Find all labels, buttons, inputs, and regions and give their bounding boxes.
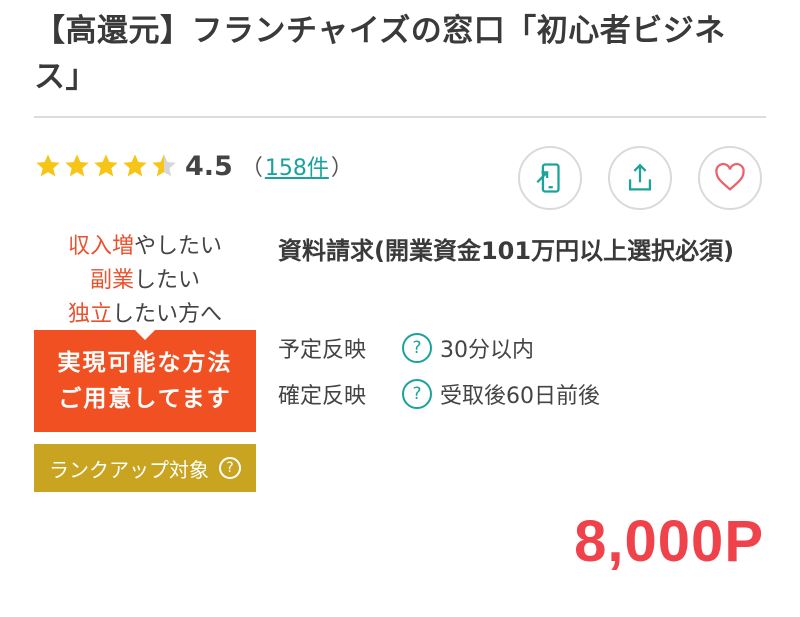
info-value: 30分以内 (440, 338, 534, 363)
rating-value: 4.5 (185, 150, 233, 182)
send-to-mobile-button[interactable] (518, 146, 582, 210)
paren-close: ） (330, 156, 353, 181)
banner-text-area: 収入増やしたい 副業したい 独立したい方へ (34, 222, 256, 330)
banner-notch (135, 330, 155, 340)
half-star-icon (152, 154, 176, 177)
reward-points: 8,000P (574, 509, 764, 574)
share-button[interactable] (608, 146, 672, 210)
review-count-link[interactable]: 158件 (265, 150, 329, 182)
info-label: 確定反映 (278, 384, 367, 409)
divider (34, 116, 766, 118)
info-row-confirmed: 確定反映 ? 受取後60日前後 (278, 378, 600, 410)
page-title: 【高還元】フランチャイズの窓口「初心者ビジネス」 (34, 13, 726, 95)
star-icon (94, 154, 118, 177)
campaign-banner[interactable]: 収入増やしたい 副業したい 独立したい方へ 実現可能な方法 ご用意してます (34, 222, 256, 432)
help-icon[interactable]: ? (219, 457, 241, 479)
banner-line-3: 独立したい方へ (67, 302, 223, 327)
info-label: 予定反映 (278, 338, 367, 363)
rank-up-label: ランクアップ対象 (49, 457, 209, 482)
star-icon (123, 154, 147, 177)
banner-callout: 実現可能な方法 ご用意してます (34, 330, 256, 432)
info-value: 受取後60日前後 (440, 384, 600, 409)
help-icon[interactable]: ? (402, 333, 432, 363)
star-icon (65, 154, 89, 177)
banner-callout-line-1: 実現可能な方法 (57, 350, 233, 376)
help-icon[interactable]: ? (402, 379, 432, 409)
paren-open: （ (240, 156, 263, 181)
favorite-button[interactable] (698, 146, 762, 210)
earning-condition: 資料請求(開業資金101万円以上選択必須) (278, 237, 735, 265)
heart-icon (715, 162, 745, 191)
rating: 4.5 （ 158件 ） (34, 146, 353, 186)
smartphone-arrow-icon (536, 163, 560, 193)
banner-callout-line-2: ご用意してます (58, 386, 232, 412)
star-icon (36, 154, 60, 177)
star-rating (34, 152, 179, 180)
banner-line-1: 収入増やしたい (67, 234, 223, 259)
info-row-scheduled: 予定反映 ? 30分以内 (278, 332, 534, 364)
share-icon (628, 163, 652, 191)
rank-up-badge[interactable]: ランクアップ対象 ? (34, 444, 256, 492)
banner-line-2: 副業したい (89, 268, 201, 293)
